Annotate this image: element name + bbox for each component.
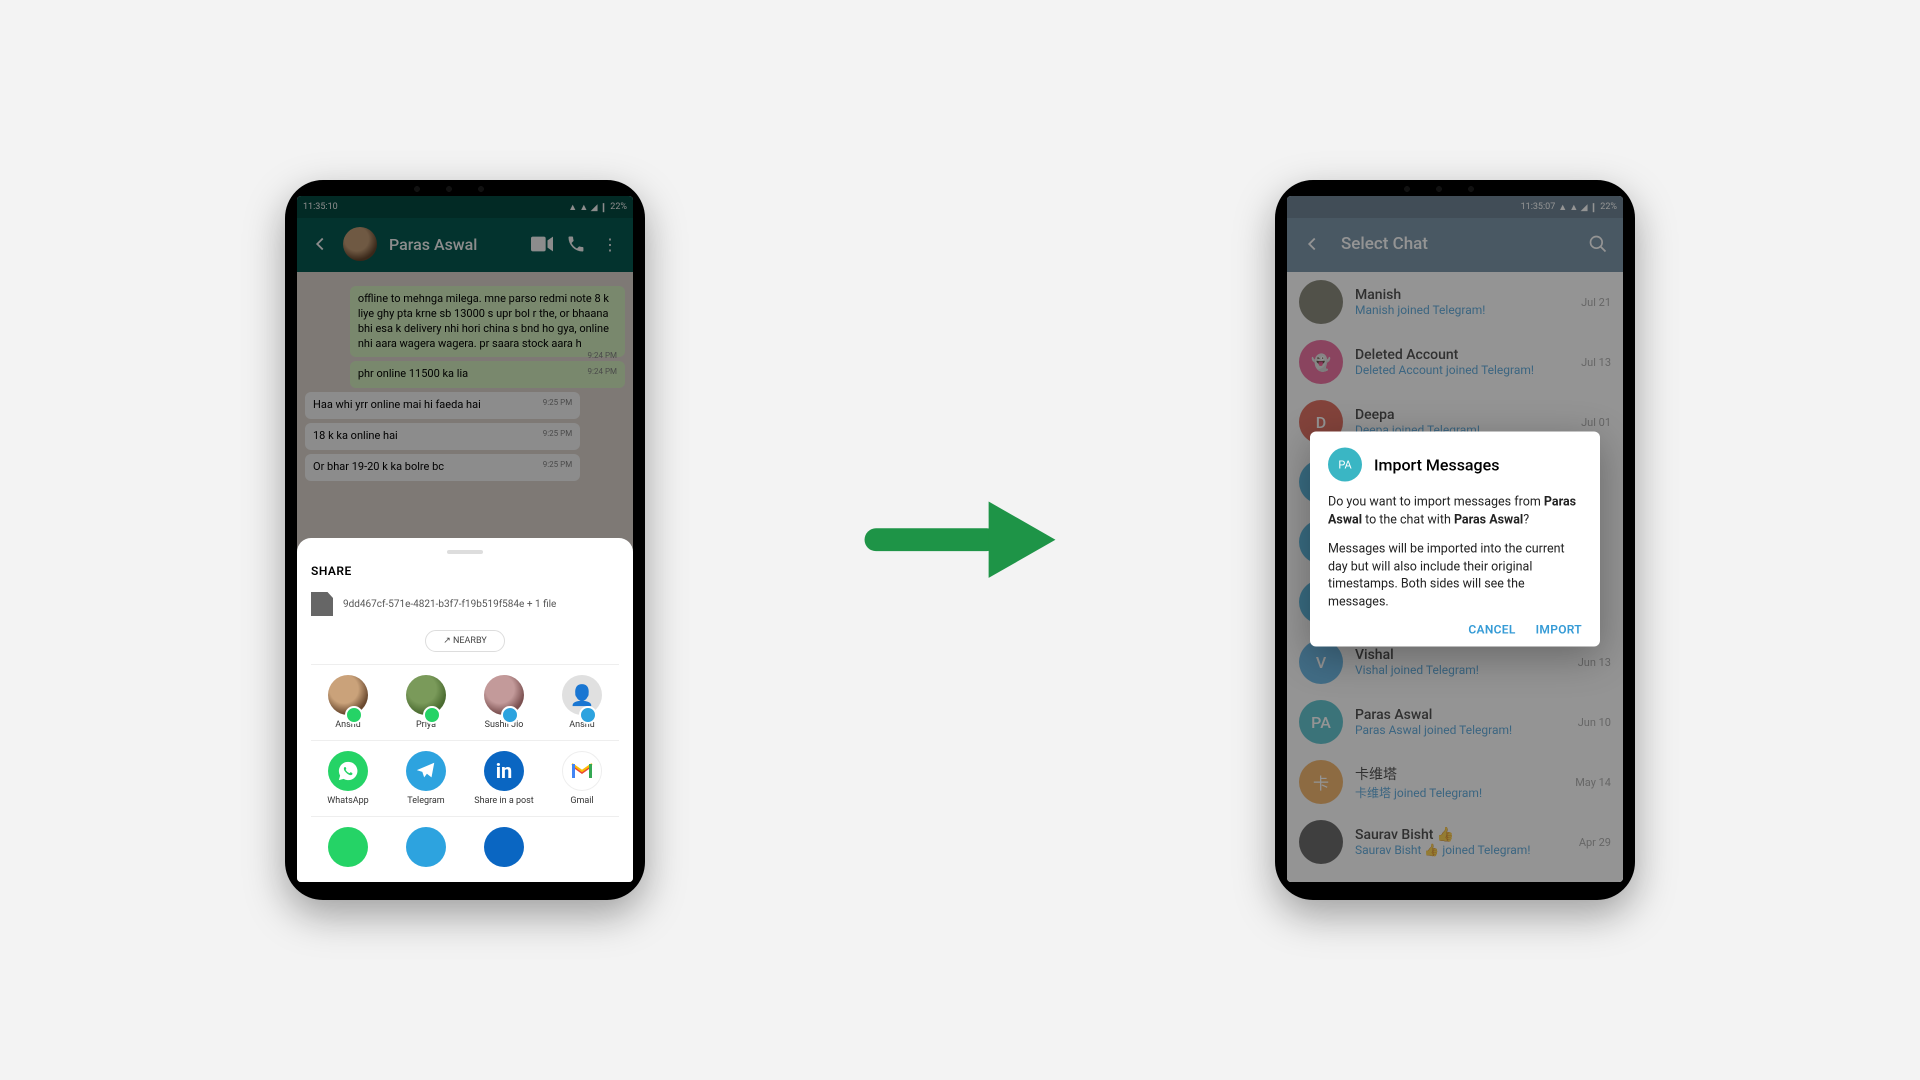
screen-telegram: 11:35:07 ▲ ▲ ◢ ❙ 22% Select Chat ManishM… bbox=[1287, 196, 1623, 882]
share-contact[interactable]: 👤 Anshu bbox=[545, 675, 619, 730]
linkedin-icon: in bbox=[484, 751, 524, 791]
share-app-gmail[interactable]: Gmail bbox=[545, 751, 619, 806]
share-app-telegram[interactable]: Telegram bbox=[389, 751, 463, 806]
share-contacts-row: Anshu Priya Sushil Jio 👤 Anshu bbox=[311, 664, 619, 740]
share-contact[interactable]: Priya bbox=[389, 675, 463, 730]
contact-avatar-icon bbox=[484, 675, 524, 715]
share-app-whatsapp[interactable]: WhatsApp bbox=[311, 751, 385, 806]
contact-avatar-icon[interactable] bbox=[328, 675, 368, 715]
whatsapp-icon bbox=[328, 751, 368, 791]
share-app-linkedin[interactable]: in Share in a post bbox=[467, 751, 541, 806]
contact-avatar-icon bbox=[406, 675, 446, 715]
sheet-handle[interactable] bbox=[447, 550, 483, 554]
telegram-icon bbox=[406, 751, 446, 791]
share-apps-row-2 bbox=[311, 816, 619, 882]
arrow-right-icon bbox=[850, 490, 1070, 590]
dialog-body-2: Messages will be imported into the curre… bbox=[1328, 541, 1582, 611]
phone-right: 11:35:07 ▲ ▲ ◢ ❙ 22% Select Chat ManishM… bbox=[1275, 180, 1635, 900]
dialog-title: Import Messages bbox=[1374, 455, 1499, 474]
dialog-avatar: PA bbox=[1328, 448, 1362, 482]
dialog-body: Do you want to import messages from Para… bbox=[1328, 494, 1582, 529]
phone-left: 11:35:10 ▲ ▲ ◢ ❙ 22% Paras Aswal ⋮ bbox=[285, 180, 645, 900]
share-title: SHARE bbox=[311, 564, 619, 578]
app-icon bbox=[406, 827, 446, 867]
app-icon bbox=[328, 827, 368, 867]
nearby-button[interactable]: ↗ NEARBY bbox=[425, 630, 505, 652]
file-icon bbox=[311, 592, 333, 616]
import-button[interactable]: IMPORT bbox=[1536, 623, 1582, 637]
share-contact: Anshu bbox=[311, 675, 385, 730]
share-sheet: SHARE 9dd467cf-571e-4821-b3f7-f19b519f58… bbox=[297, 538, 633, 882]
share-apps-row: WhatsApp Telegram in Share in a post bbox=[311, 740, 619, 816]
share-app-more[interactable] bbox=[389, 827, 463, 872]
cancel-button[interactable]: CANCEL bbox=[1468, 623, 1515, 637]
screen-whatsapp: 11:35:10 ▲ ▲ ◢ ❙ 22% Paras Aswal ⋮ bbox=[297, 196, 633, 882]
file-chip: 9dd467cf-571e-4821-b3f7-f19b519f584e + 1… bbox=[311, 592, 619, 616]
share-contact[interactable]: Sushil Jio bbox=[467, 675, 541, 730]
share-app-more[interactable] bbox=[311, 827, 385, 872]
app-icon bbox=[484, 827, 524, 867]
share-app-more[interactable] bbox=[467, 827, 541, 872]
contact-avatar-icon: 👤 bbox=[562, 675, 602, 715]
import-dialog: PA Import Messages Do you want to import… bbox=[1310, 432, 1600, 647]
gmail-icon bbox=[562, 751, 602, 791]
